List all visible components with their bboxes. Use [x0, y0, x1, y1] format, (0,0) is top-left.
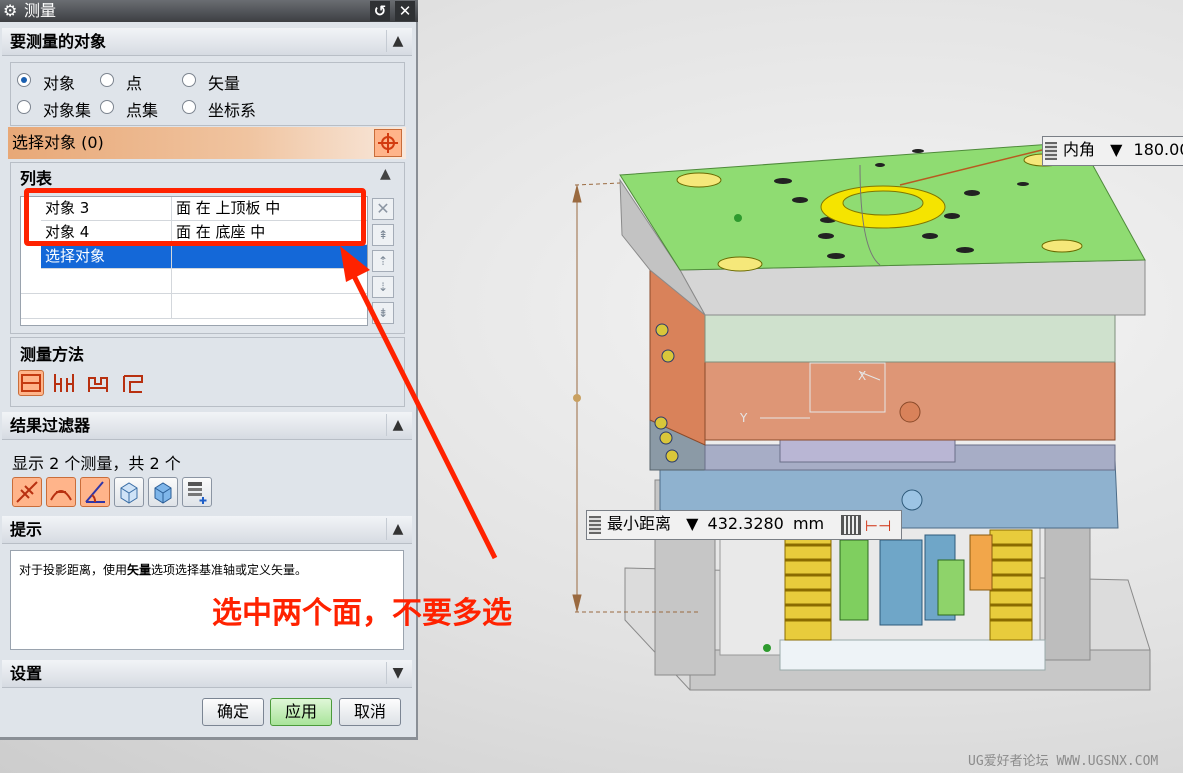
radio-object-set[interactable] — [17, 100, 31, 114]
list-item-selected[interactable]: 选择对象 — [41, 245, 172, 269]
axis-x-label: X — [858, 369, 866, 383]
filter-distance-icon[interactable] — [12, 477, 42, 507]
method-screen-distance-icon[interactable] — [86, 370, 112, 396]
annotation-arrow — [340, 246, 498, 560]
axis-y-label: Y — [739, 411, 748, 425]
distance-flag-label: 最小距离 — [607, 514, 672, 533]
chevron-up-icon[interactable]: ▲ — [380, 166, 391, 182]
filter-area-icon[interactable] — [148, 477, 178, 507]
hint-text-bold: 矢量 — [127, 563, 152, 577]
ok-button[interactable]: 确定 — [202, 698, 264, 726]
hint-text-post: 选项选择基准轴或定义矢量。 — [151, 563, 308, 577]
reset-icon[interactable]: ↺ — [370, 1, 390, 21]
angle-flag-label: 内角 — [1063, 140, 1096, 159]
distance-flag-unit: mm — [792, 514, 825, 533]
section-objects-header[interactable]: 要测量的对象 ▲ — [2, 28, 412, 56]
chevron-down-icon[interactable]: ▼ — [386, 662, 409, 684]
radio-csys-label: 坐标系 — [208, 101, 257, 120]
dialog-title-bar[interactable]: ⚙ 测量 ↺ ✕ — [0, 0, 418, 22]
radio-vector[interactable] — [182, 73, 196, 87]
method-distance-icon[interactable] — [18, 370, 44, 396]
radio-point[interactable] — [100, 73, 114, 87]
list-empty-cell — [21, 269, 172, 294]
radio-object-label: 对象 — [43, 74, 76, 93]
section-hint-title: 提示 — [10, 520, 43, 539]
locating-ring[interactable] — [820, 185, 946, 229]
distance-flag-value: 432.3280 — [707, 514, 784, 533]
calculator-icon[interactable] — [841, 515, 861, 535]
method-projected-icon[interactable] — [52, 370, 78, 396]
annotation-text: 选中两个面，不要多选 — [212, 596, 512, 631]
radio-point-label: 点 — [126, 74, 143, 93]
radio-csys[interactable] — [182, 100, 196, 114]
radio-vector-label: 矢量 — [208, 74, 241, 93]
filter-vertex-icon[interactable] — [80, 477, 110, 507]
grip-icon[interactable] — [589, 516, 601, 534]
radio-object[interactable] — [17, 73, 31, 87]
filter-list-add-icon[interactable] — [182, 477, 212, 507]
crosshair-icon[interactable] — [374, 129, 402, 157]
select-object-bar[interactable]: 选择对象 (0) — [8, 127, 406, 159]
list-empty-cell — [21, 294, 172, 319]
distance-measure-flag[interactable]: 最小距离 ▼ 432.3280 mm ⊢⊣ — [586, 510, 902, 540]
cancel-button[interactable]: 取消 — [339, 698, 401, 726]
radio-point-set[interactable] — [100, 100, 114, 114]
radio-point-set-label: 点集 — [126, 101, 159, 120]
filter-volume-icon[interactable] — [114, 477, 144, 507]
spring-left — [784, 529, 832, 641]
highlight-box — [24, 188, 366, 246]
filter-angle-icon[interactable] — [46, 477, 76, 507]
section-filter-title: 结果过滤器 — [10, 416, 91, 435]
section-objects-title: 要测量的对象 — [10, 32, 107, 51]
dialog-title: 测量 — [24, 1, 57, 20]
hint-text-pre: 对于投影距离，使用 — [19, 563, 128, 577]
watermark-text: UG爱好者论坛 WWW.UGSNX.COM — [968, 754, 1159, 769]
grip-icon[interactable] — [1045, 142, 1057, 160]
list-title: 列表 — [20, 169, 53, 188]
dropdown-arrow-icon[interactable]: ▼ — [1110, 140, 1122, 159]
dropdown-arrow-icon[interactable]: ▼ — [686, 514, 698, 533]
close-icon[interactable]: ✕ — [395, 1, 415, 21]
model-viewport[interactable]: Y X — [420, 0, 1183, 773]
filter-summary: 显示 2 个测量，共 2 个 — [12, 454, 181, 473]
gear-icon[interactable]: ⚙ — [3, 0, 17, 22]
section-settings-header[interactable]: 设置 ▼ — [2, 660, 412, 688]
angle-measure-flag[interactable]: 内角 ▼ 180.00 — [1042, 136, 1183, 166]
chevron-up-icon[interactable]: ▲ — [386, 30, 409, 52]
method-length-icon[interactable] — [120, 370, 146, 396]
angle-flag-value: 180.00 — [1133, 140, 1183, 159]
method-title: 测量方法 — [20, 345, 85, 364]
section-settings-title: 设置 — [10, 664, 43, 683]
dimension-icon[interactable]: ⊢⊣ — [865, 513, 891, 539]
spring-right — [989, 529, 1033, 641]
apply-button[interactable]: 应用 — [270, 698, 332, 726]
select-object-label: 选择对象 (0) — [12, 133, 104, 152]
radio-object-set-label: 对象集 — [43, 101, 92, 120]
delete-icon[interactable]: ✕ — [372, 198, 394, 220]
